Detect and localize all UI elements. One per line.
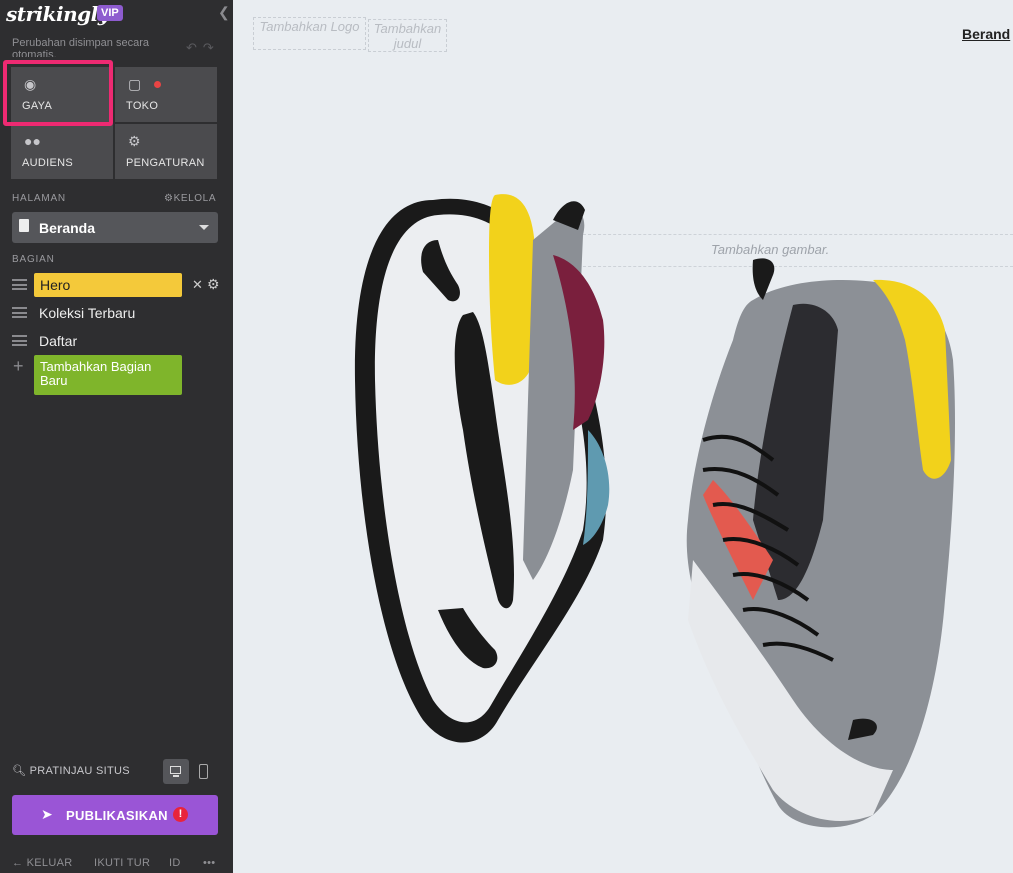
left-shoe [354,194,610,743]
mobile-icon[interactable] [199,764,208,779]
page-select[interactable]: Beranda [12,212,218,243]
notification-dot [154,81,161,88]
document-icon [19,219,29,232]
publish-label: PUBLIKASIKAN [66,808,168,823]
section-row-latest[interactable]: Koleksi Terbaru [12,301,227,325]
section-label[interactable]: Hero [34,273,182,297]
preview-site-link[interactable]: 🔍︎ PRATINJAU SITUS [12,764,130,777]
language-link[interactable]: ID [169,857,181,869]
current-page: Beranda [39,220,96,236]
site-canvas: Tambahkan Logo Tambahkan judul Berand Ta… [233,0,1013,873]
manage-label: KELOLA [173,193,217,204]
section-row-list[interactable]: Daftar [12,329,227,353]
tile-label: TOKO [126,100,159,112]
collapse-sidebar-icon[interactable]: ❮ [218,4,230,21]
alert-icon: ! [173,807,188,822]
undo-redo-icons[interactable]: ↶↷ [186,40,220,56]
drag-handle-icon[interactable] [12,335,27,346]
users-icon: ●● [24,133,41,149]
drag-handle-icon[interactable] [12,307,27,318]
drag-handle-icon[interactable] [12,279,27,290]
section-label: Daftar [39,333,78,349]
desktop-icon[interactable] [163,759,189,784]
sections-heading: BAGIAN [12,254,55,265]
hero-sneakers-image [354,194,956,828]
gear-icon[interactable]: ⚙ [207,276,220,293]
tour-link[interactable]: IKUTI TUR [94,857,150,869]
close-icon[interactable]: ✕ [192,277,203,293]
autosave-status: Perubahan disimpan secara otomatis. [12,37,149,57]
tile-audience[interactable]: ●● AUDIENS [11,124,113,179]
vip-badge: VIP [97,5,123,21]
tile-store[interactable]: ▢ TOKO [115,67,217,122]
more-menu-icon[interactable]: ••• [203,857,215,869]
tile-settings[interactable]: ⚙ PENGATURAN [115,124,217,179]
pages-heading: HALAMAN [12,193,66,204]
right-shoe [686,258,956,828]
add-section-button[interactable]: Tambahkan Bagian Baru [34,355,182,395]
highlight-box [3,60,113,126]
shopping-bag-icon: ▢ [128,76,142,92]
section-label: Koleksi Terbaru [39,305,136,321]
preview-label: PRATINJAU SITUS [29,765,130,777]
exit-label: KELUAR [26,857,73,869]
manage-pages-link[interactable]: ⚙KELOLA [164,193,216,204]
editor-sidebar: strikingly VIP ❮ Perubahan disimpan seca… [0,0,233,873]
tile-label: AUDIENS [22,157,73,169]
tile-label: PENGATURAN [126,157,205,169]
rocket-icon: ➤ [41,806,53,822]
gear-icon: ⚙ [128,133,141,149]
plus-icon[interactable]: + [13,356,24,377]
section-row-hero[interactable]: Hero ✕ ⚙ [12,273,227,297]
exit-link[interactable]: ← KELUAR [12,857,72,869]
publish-button[interactable]: ➤ PUBLIKASIKAN ! [12,795,218,835]
strikingly-logo[interactable]: strikingly [6,2,109,26]
chevron-down-icon [199,225,209,230]
